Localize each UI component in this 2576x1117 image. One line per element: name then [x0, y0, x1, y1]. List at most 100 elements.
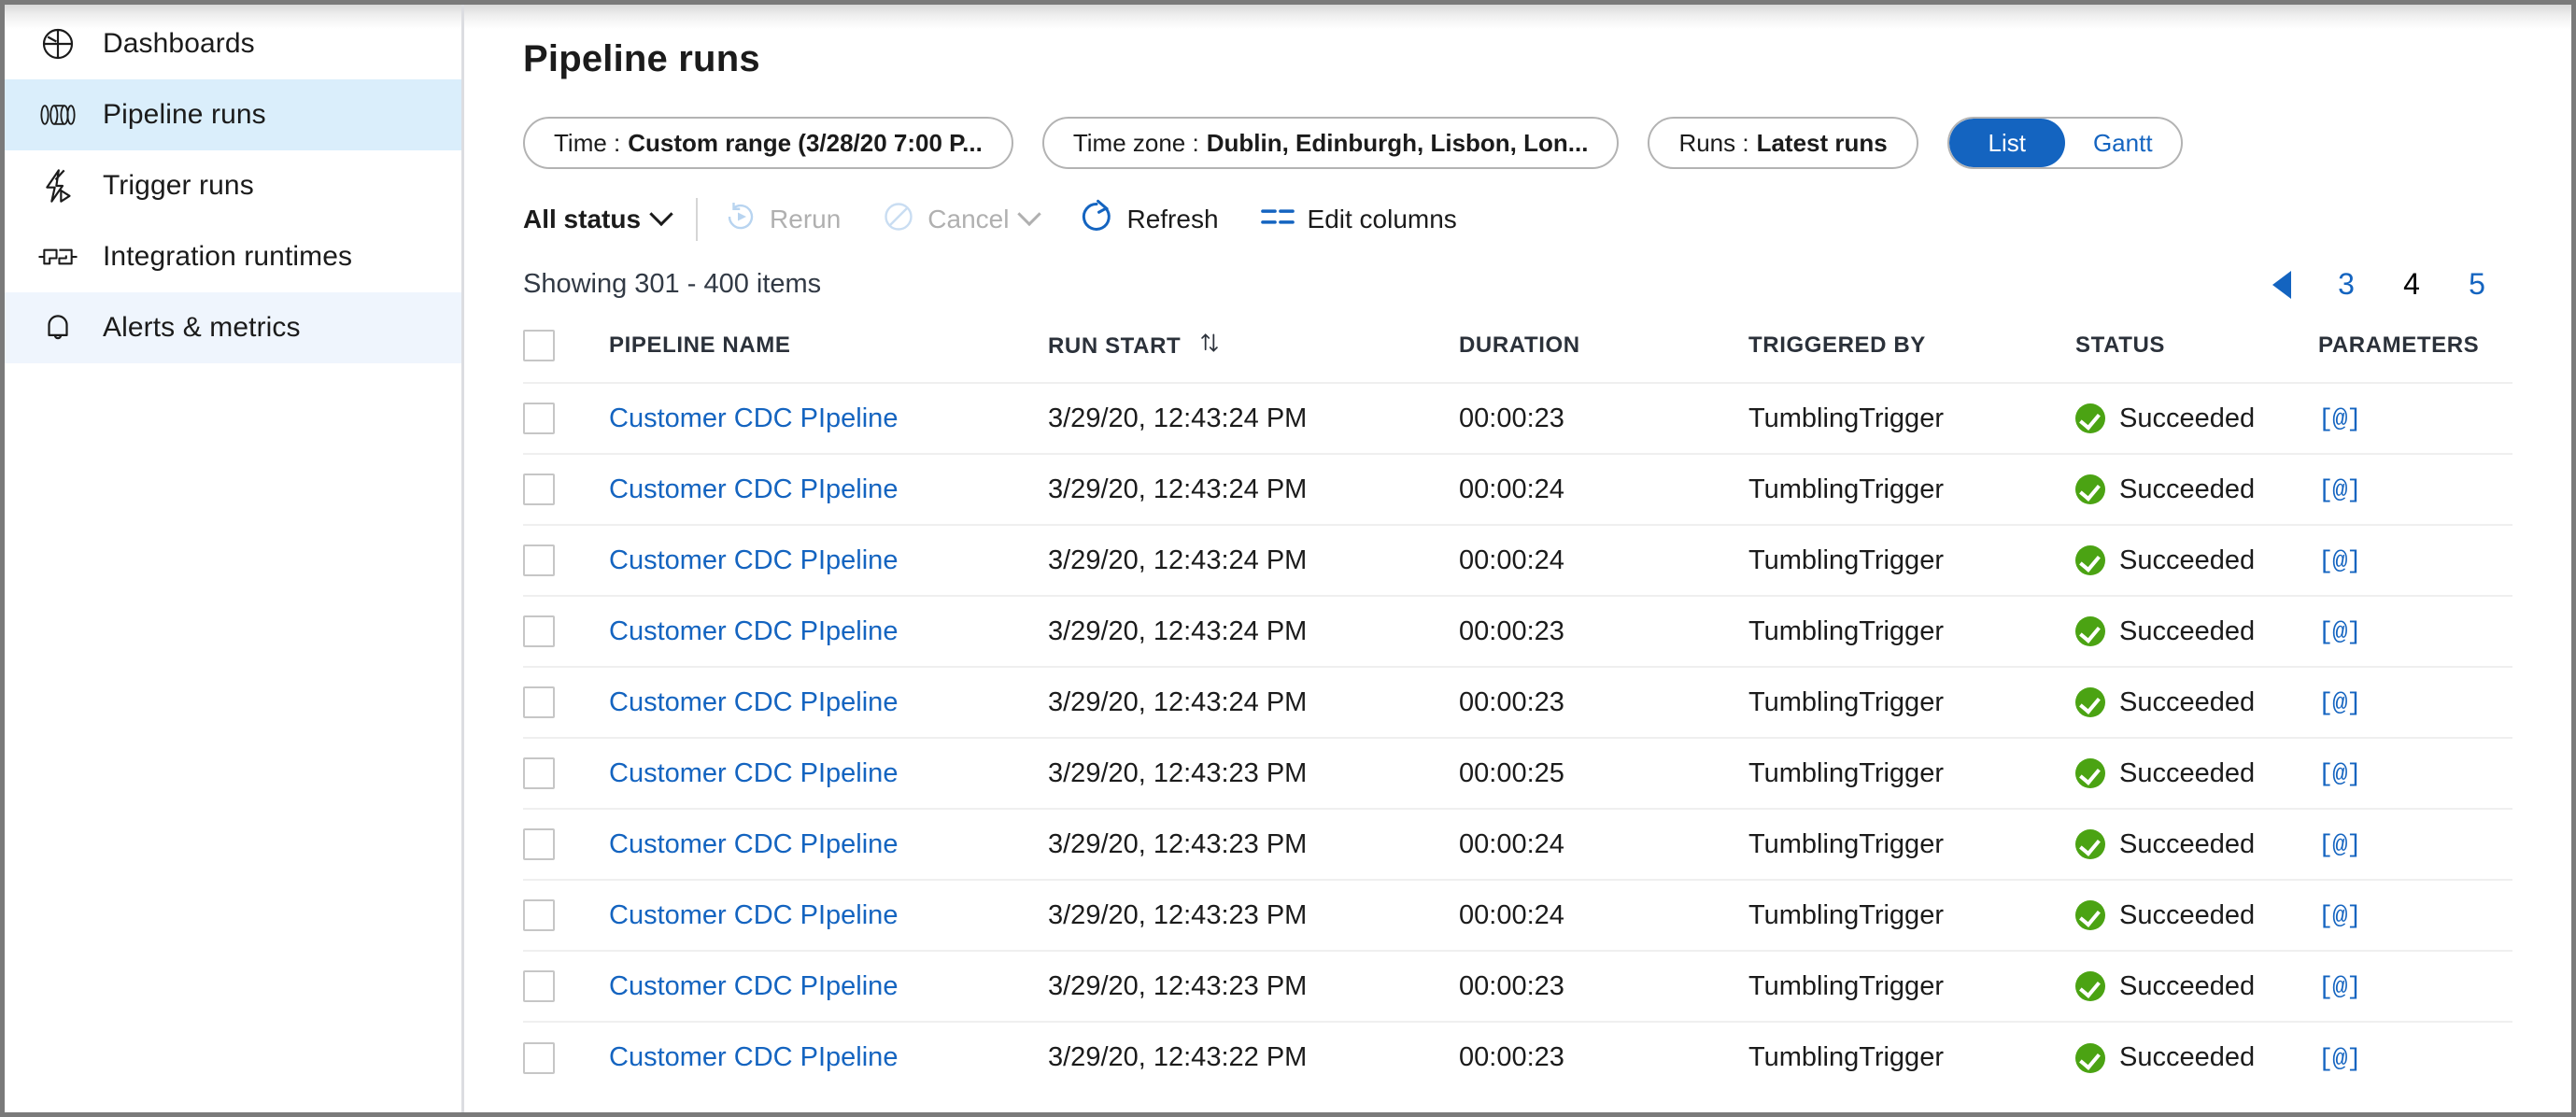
row-checkbox[interactable] — [523, 474, 555, 505]
table-row[interactable]: Customer CDC PIpeline 3/29/20, 12:43:24 P… — [523, 383, 2512, 454]
row-checkbox-cell — [523, 667, 609, 738]
sidebar-item-trigger-runs[interactable]: Trigger runs — [5, 150, 461, 221]
cancel-button[interactable]: Cancel — [882, 200, 1042, 240]
pipeline-name-link[interactable]: Customer CDC PIpeline — [609, 616, 898, 646]
integration-runtime-icon — [37, 236, 78, 277]
table-row[interactable]: Customer CDC PIpeline 3/29/20, 12:43:23 P… — [523, 738, 2512, 809]
table-row[interactable]: Customer CDC PIpeline 3/29/20, 12:43:24 P… — [523, 596, 2512, 667]
pipeline-name-link[interactable]: Customer CDC PIpeline — [609, 971, 898, 1001]
select-all-checkbox[interactable] — [523, 330, 555, 361]
bell-icon — [37, 307, 78, 348]
cell-triggered-by: TumblingTrigger — [1748, 1042, 1944, 1072]
prev-page-arrow-icon[interactable] — [2272, 270, 2291, 299]
pipeline-name-link[interactable]: Customer CDC PIpeline — [609, 758, 898, 788]
parameters-icon[interactable]: [@] — [2318, 761, 2362, 789]
table-row[interactable]: Customer CDC PIpeline 3/29/20, 12:43:23 P… — [523, 951, 2512, 1022]
row-checkbox[interactable] — [523, 403, 555, 434]
timezone-filter-value: Dublin, Edinburgh, Lisbon, Lon... — [1206, 128, 1589, 157]
rerun-button[interactable]: Rerun — [724, 200, 841, 240]
runs-filter-pill[interactable]: Runs : Latest runs — [1648, 117, 1918, 169]
cell-status: Succeeded — [2075, 525, 2318, 596]
row-checkbox[interactable] — [523, 899, 555, 931]
row-checkbox-cell — [523, 809, 609, 880]
sidebar-item-pipeline-runs[interactable]: Pipeline runs — [5, 79, 461, 150]
header-triggered-by[interactable]: TRIGGERED BY — [1748, 320, 2075, 383]
pipeline-name-link[interactable]: Customer CDC PIpeline — [609, 829, 898, 859]
parameters-icon[interactable]: [@] — [2318, 832, 2362, 860]
row-checkbox[interactable] — [523, 615, 555, 647]
time-filter-key: Time : — [554, 128, 621, 157]
status-success-icon — [2075, 687, 2105, 717]
pipeline-name-link[interactable]: Customer CDC PIpeline — [609, 545, 898, 575]
status-label: Succeeded — [2119, 757, 2256, 788]
pipeline-runs-table-wrapper: PIPELINE NAME RUN START DURATION TRIGGER… — [464, 320, 2571, 1093]
cell-status: Succeeded — [2075, 383, 2318, 454]
header-pipeline-name[interactable]: PIPELINE NAME — [609, 320, 1048, 383]
page-title: Pipeline runs — [523, 38, 760, 79]
cell-pipeline-name: Customer CDC PIpeline — [609, 809, 1048, 880]
row-checkbox[interactable] — [523, 686, 555, 718]
page-number-3[interactable]: 3 — [2336, 267, 2357, 302]
table-row[interactable]: Customer CDC PIpeline 3/29/20, 12:43:24 P… — [523, 525, 2512, 596]
table-row[interactable]: Customer CDC PIpeline 3/29/20, 12:43:23 P… — [523, 880, 2512, 951]
cell-duration: 00:00:24 — [1459, 899, 1564, 930]
table-row[interactable]: Customer CDC PIpeline 3/29/20, 12:43:22 P… — [523, 1022, 2512, 1093]
parameters-icon[interactable]: [@] — [2318, 477, 2362, 505]
sidebar-item-alerts-metrics[interactable]: Alerts & metrics — [5, 292, 461, 363]
view-toggle-gantt[interactable]: Gantt — [2065, 119, 2181, 167]
cell-status: Succeeded — [2075, 880, 2318, 951]
table-row[interactable]: Customer CDC PIpeline 3/29/20, 12:43:23 P… — [523, 809, 2512, 880]
sort-arrows-icon — [1197, 331, 1222, 361]
row-checkbox[interactable] — [523, 970, 555, 1002]
header-status[interactable]: STATUS — [2075, 320, 2318, 383]
parameters-icon[interactable]: [@] — [2318, 1046, 2362, 1074]
cell-triggered-by: TumblingTrigger — [1748, 686, 1944, 717]
cell-triggered-by: TumblingTrigger — [1748, 544, 1944, 575]
header-duration[interactable]: DURATION — [1459, 320, 1748, 383]
page-number-5[interactable]: 5 — [2467, 267, 2487, 302]
row-checkbox[interactable] — [523, 828, 555, 860]
header-parameters[interactable]: PARAMETERS — [2318, 320, 2512, 383]
cell-triggered-by: TumblingTrigger — [1748, 757, 1944, 788]
row-checkbox[interactable] — [523, 544, 555, 576]
table-header-row: PIPELINE NAME RUN START DURATION TRIGGER… — [523, 320, 2512, 383]
cell-triggered-by: TumblingTrigger — [1748, 403, 1944, 433]
pipeline-name-link[interactable]: Customer CDC PIpeline — [609, 403, 898, 433]
header-run-start[interactable]: RUN START — [1048, 320, 1459, 383]
pipeline-name-link[interactable]: Customer CDC PIpeline — [609, 687, 898, 717]
row-checkbox[interactable] — [523, 757, 555, 789]
status-success-icon — [2075, 474, 2105, 504]
sidebar-item-dashboards[interactable]: Dashboards — [5, 8, 461, 79]
refresh-button[interactable]: Refresh — [1079, 199, 1219, 241]
timezone-filter-pill[interactable]: Time zone : Dublin, Edinburgh, Lisbon, L… — [1041, 117, 1620, 169]
row-checkbox-cell — [523, 383, 609, 454]
pipeline-name-link[interactable]: Customer CDC PIpeline — [609, 474, 898, 504]
table-header: PIPELINE NAME RUN START DURATION TRIGGER… — [523, 320, 2512, 383]
cell-parameters: [@] — [2318, 1022, 2512, 1093]
showing-row: Showing 301 - 400 items 3 4 5 — [464, 241, 2571, 302]
status-success-icon — [2075, 616, 2105, 646]
parameters-icon[interactable]: [@] — [2318, 548, 2362, 576]
parameters-icon[interactable]: [@] — [2318, 619, 2362, 647]
time-filter-pill[interactable]: Time : Custom range (3/28/20 7:00 P... — [523, 117, 1013, 169]
parameters-icon[interactable]: [@] — [2318, 406, 2362, 434]
edit-columns-button[interactable]: Edit columns — [1260, 203, 1457, 237]
cell-run-start: 3/29/20, 12:43:23 PM — [1048, 970, 1308, 1001]
cell-parameters: [@] — [2318, 525, 2512, 596]
cell-triggered-by: TumblingTrigger — [1748, 899, 1944, 930]
pipeline-name-link[interactable]: Customer CDC PIpeline — [609, 900, 898, 930]
pagination: 3 4 5 — [2272, 267, 2512, 302]
view-toggle-list[interactable]: List — [1948, 119, 2065, 167]
sidebar-item-integration-runtimes[interactable]: Integration runtimes — [5, 221, 461, 292]
status-filter-dropdown[interactable]: All status — [523, 202, 673, 234]
parameters-icon[interactable]: [@] — [2318, 690, 2362, 718]
parameters-icon[interactable]: [@] — [2318, 903, 2362, 931]
table-row[interactable]: Customer CDC PIpeline 3/29/20, 12:43:24 P… — [523, 454, 2512, 525]
table-body: Customer CDC PIpeline 3/29/20, 12:43:24 P… — [523, 383, 2512, 1093]
cell-status: Succeeded — [2075, 1022, 2318, 1093]
pipeline-name-link[interactable]: Customer CDC PIpeline — [609, 1042, 898, 1072]
table-row[interactable]: Customer CDC PIpeline 3/29/20, 12:43:24 P… — [523, 667, 2512, 738]
parameters-icon[interactable]: [@] — [2318, 974, 2362, 1002]
row-checkbox[interactable] — [523, 1041, 555, 1074]
cell-parameters: [@] — [2318, 383, 2512, 454]
